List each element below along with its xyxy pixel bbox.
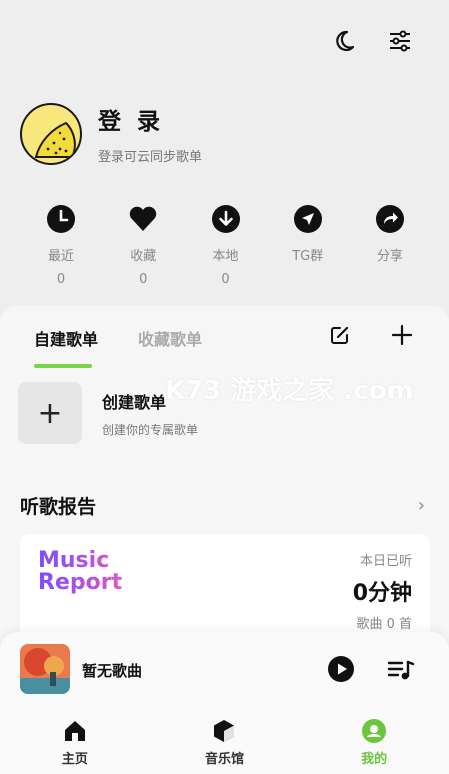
stat-recent[interactable]: 最近 0 [20,203,102,288]
nav-home[interactable]: 主页 [25,708,125,774]
nav-label: 主页 [61,752,88,767]
nav-label: 音乐馆 [204,752,244,767]
stat-label: 收藏 [130,249,157,264]
music-report-logo-line2: Report [38,570,123,595]
chevron-right-icon: › [417,495,425,516]
login-title[interactable]: 登 录 [98,102,202,136]
stat-label: 最近 [47,249,74,264]
profile-header[interactable]: 登 录 登录可云同步歌单 [20,102,202,165]
stats-row: 最近 0 收藏 0 本地 0 TG群 分享 [20,203,431,288]
nav-music-hall[interactable]: 音乐馆 [174,708,274,774]
track-title: 暂无歌曲 [82,662,143,680]
active-tab-indicator [34,364,92,368]
profile-icon [362,719,387,743]
stat-label: TG群 [292,249,324,264]
telegram-icon [292,203,324,235]
nav-mine[interactable]: 我的 [324,708,424,774]
music-report-logo: Music Report [38,550,122,594]
tab-label: 收藏歌单 [138,330,203,349]
clock-icon [45,203,77,235]
mini-player[interactable]: 暂无歌曲 [0,632,449,708]
playlist-queue-icon[interactable] [387,658,415,682]
avatar[interactable] [20,102,82,165]
home-icon [64,721,85,741]
stat-count: 0 [56,272,66,287]
heart-icon [127,203,159,235]
stat-share[interactable]: 分享 [349,203,431,288]
top-bar [329,26,415,56]
today-minutes: 0分钟 [352,581,412,606]
add-icon[interactable] [391,324,413,350]
stat-favorites[interactable]: 收藏 0 [102,203,184,288]
listening-report-title: 听歌报告 [20,496,97,518]
stat-count: 0 [221,272,230,287]
stat-label: 分享 [376,249,403,264]
stat-local[interactable]: 本地 0 [185,203,267,288]
create-playlist-button[interactable]: + [18,382,82,444]
play-icon[interactable] [327,655,355,683]
playlist-tabs: 自建歌单 收藏歌单 [34,326,202,368]
edit-icon[interactable] [329,324,351,350]
listening-report-header[interactable]: 听歌报告 › [20,492,425,519]
moon-icon[interactable] [329,26,359,56]
music-hall-icon [214,720,235,742]
download-icon [210,203,242,235]
stat-label: 本地 [212,249,239,264]
tab-my-playlists[interactable]: 自建歌单 [34,326,99,368]
watermark: K73 游戏之家 .com [165,376,414,406]
today-songs: 歌曲 0 首 [356,617,412,632]
create-playlist-subtitle: 创建你的专属歌单 [102,422,199,437]
tab-label: 自建歌单 [34,330,99,349]
sliders-icon[interactable] [385,26,415,56]
tab-collected-playlists[interactable]: 收藏歌单 [138,326,202,362]
music-report-logo-line1: Music [38,548,110,573]
today-listened-label: 本日已听 [359,554,412,569]
share-icon [374,203,406,235]
login-subtitle: 登录可云同步歌单 [98,150,203,165]
nav-label: 我的 [361,752,388,767]
bottom-nav: 主页 音乐馆 我的 [0,708,449,774]
stat-telegram[interactable]: TG群 [267,203,349,288]
stat-count: 0 [139,272,148,287]
playlist-actions [329,324,413,350]
album-cover[interactable] [20,644,70,694]
